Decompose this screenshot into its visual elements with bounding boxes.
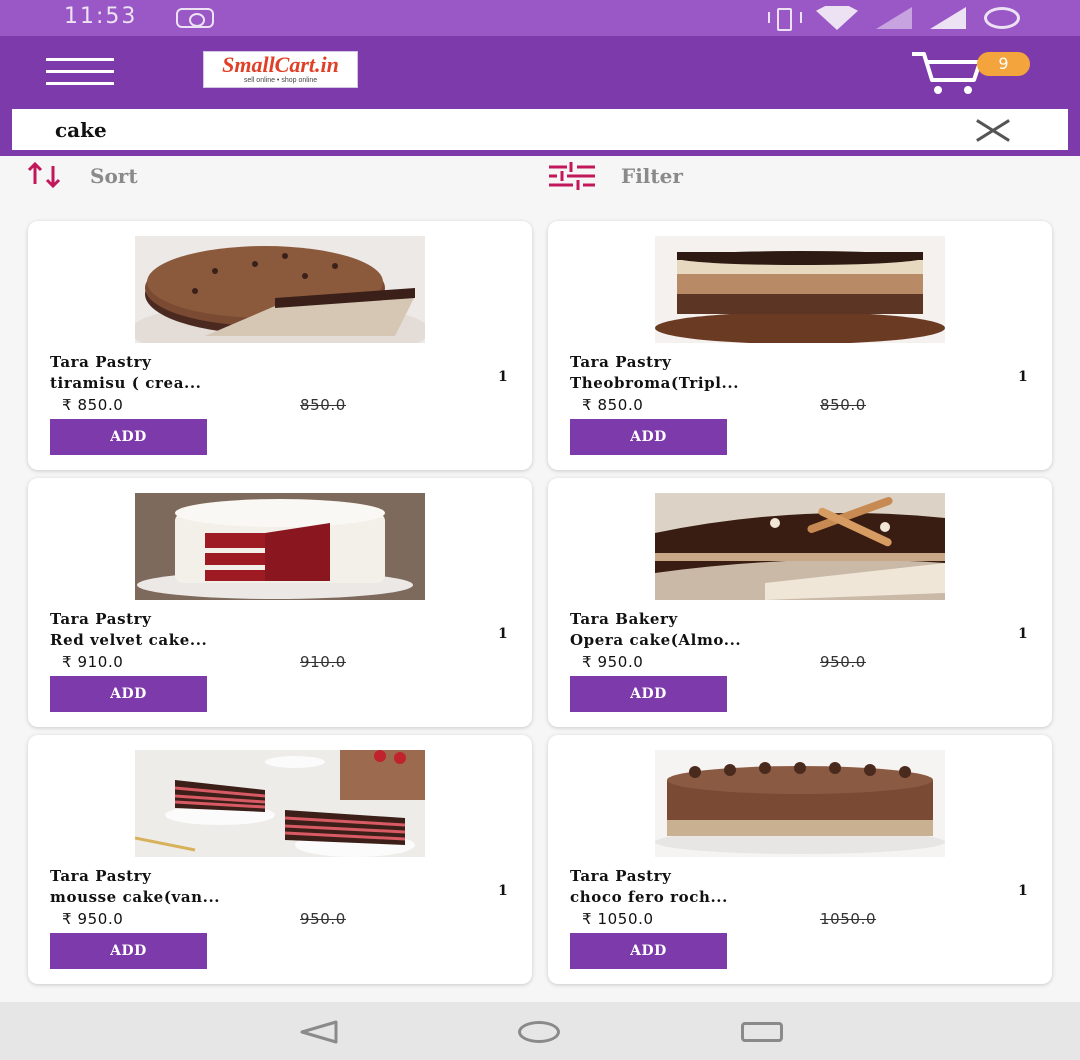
brand-logo[interactable]: SmallCart.in sell online • shop online [203, 51, 358, 88]
product-image[interactable] [135, 750, 425, 857]
product-price: ₹ 850.0 [582, 396, 644, 414]
product-card[interactable]: Tara Pastry Red velvet cake... 1 ₹ 910.0… [28, 478, 532, 727]
sort-label: Sort [90, 164, 138, 188]
product-brand: Tara Pastry [50, 353, 152, 371]
product-card[interactable]: Tara Pastry Theobroma(Tripl... 1 ₹ 850.0… [548, 221, 1052, 470]
sort-icon [27, 161, 61, 189]
vibrate-icon [768, 7, 802, 31]
product-mrp: 950.0 [300, 910, 346, 928]
logo-tagline: sell online • shop online [243, 77, 318, 84]
product-card[interactable]: Tara Bakery Opera cake(Almo... 1 ₹ 950.0… [548, 478, 1052, 727]
cart-icon[interactable] [910, 50, 986, 96]
product-price: ₹ 950.0 [62, 910, 124, 928]
product-name: Opera cake(Almo... [570, 631, 742, 649]
add-to-cart-button[interactable]: ADD [570, 933, 727, 969]
product-name: Theobroma(Tripl... [570, 374, 740, 392]
product-card[interactable]: Tara Pastry tiramisu ( crea... 1 ₹ 850.0… [28, 221, 532, 470]
product-brand: Tara Pastry [50, 867, 152, 885]
cart-count-badge: 9 [977, 52, 1030, 76]
status-bar: 11:53 [0, 0, 1080, 36]
product-price: ₹ 910.0 [62, 653, 124, 671]
product-qty: 1 [1018, 883, 1028, 899]
product-price: ₹ 850.0 [62, 396, 124, 414]
product-card[interactable]: Tara Pastry mousse cake(van... 1 ₹ 950.0… [28, 735, 532, 984]
product-price: ₹ 1050.0 [582, 910, 654, 928]
status-time: 11:53 [64, 4, 138, 29]
search-bar [0, 104, 1080, 156]
product-mrp: 950.0 [820, 653, 866, 671]
clear-search-icon[interactable] [974, 118, 1012, 142]
product-mrp: 850.0 [300, 396, 346, 414]
signal-strong-icon [930, 7, 966, 29]
status-icons [768, 6, 1020, 31]
battery-icon [984, 7, 1020, 29]
product-name: tiramisu ( crea... [50, 374, 202, 392]
add-to-cart-button[interactable]: ADD [50, 676, 207, 712]
product-qty: 1 [498, 369, 508, 385]
filter-icon [549, 162, 595, 190]
recent-apps-icon[interactable] [741, 1022, 783, 1042]
add-to-cart-button[interactable]: ADD [570, 676, 727, 712]
app-bar: SmallCart.in sell online • shop online 9 [0, 36, 1080, 104]
product-brand: Tara Pastry [570, 353, 672, 371]
notification-icon [176, 8, 214, 28]
product-qty: 1 [1018, 369, 1028, 385]
product-image[interactable] [655, 750, 945, 857]
product-name: Red velvet cake... [50, 631, 208, 649]
product-qty: 1 [498, 883, 508, 899]
product-image[interactable] [135, 236, 425, 343]
add-to-cart-button[interactable]: ADD [50, 419, 207, 455]
system-nav-bar [0, 1002, 1080, 1060]
product-image[interactable] [655, 236, 945, 343]
sort-button[interactable]: Sort [26, 160, 138, 192]
product-mrp: 850.0 [820, 396, 866, 414]
product-qty: 1 [498, 626, 508, 642]
product-card[interactable]: Tara Pastry choco fero roch... 1 ₹ 1050.… [548, 735, 1052, 984]
product-image[interactable] [135, 493, 425, 600]
product-qty: 1 [1018, 626, 1028, 642]
back-icon[interactable] [298, 1020, 340, 1044]
product-image[interactable] [655, 493, 945, 600]
product-brand: Tara Bakery [570, 610, 678, 628]
home-icon[interactable] [518, 1021, 560, 1043]
product-brand: Tara Pastry [570, 867, 672, 885]
product-name: mousse cake(van... [50, 888, 221, 906]
add-to-cart-button[interactable]: ADD [50, 933, 207, 969]
search-input[interactable] [12, 109, 1068, 150]
filter-button[interactable]: Filter [547, 160, 683, 192]
product-price: ₹ 950.0 [582, 653, 644, 671]
product-mrp: 910.0 [300, 653, 346, 671]
filter-label: Filter [621, 164, 683, 188]
product-mrp: 1050.0 [820, 910, 877, 928]
product-brand: Tara Pastry [50, 610, 152, 628]
menu-icon[interactable] [46, 58, 114, 86]
logo-text: SmallCart.in [222, 52, 339, 77]
product-name: choco fero roch... [570, 888, 728, 906]
add-to-cart-button[interactable]: ADD [570, 419, 727, 455]
wifi-icon [816, 6, 858, 30]
signal-icon [876, 7, 912, 29]
